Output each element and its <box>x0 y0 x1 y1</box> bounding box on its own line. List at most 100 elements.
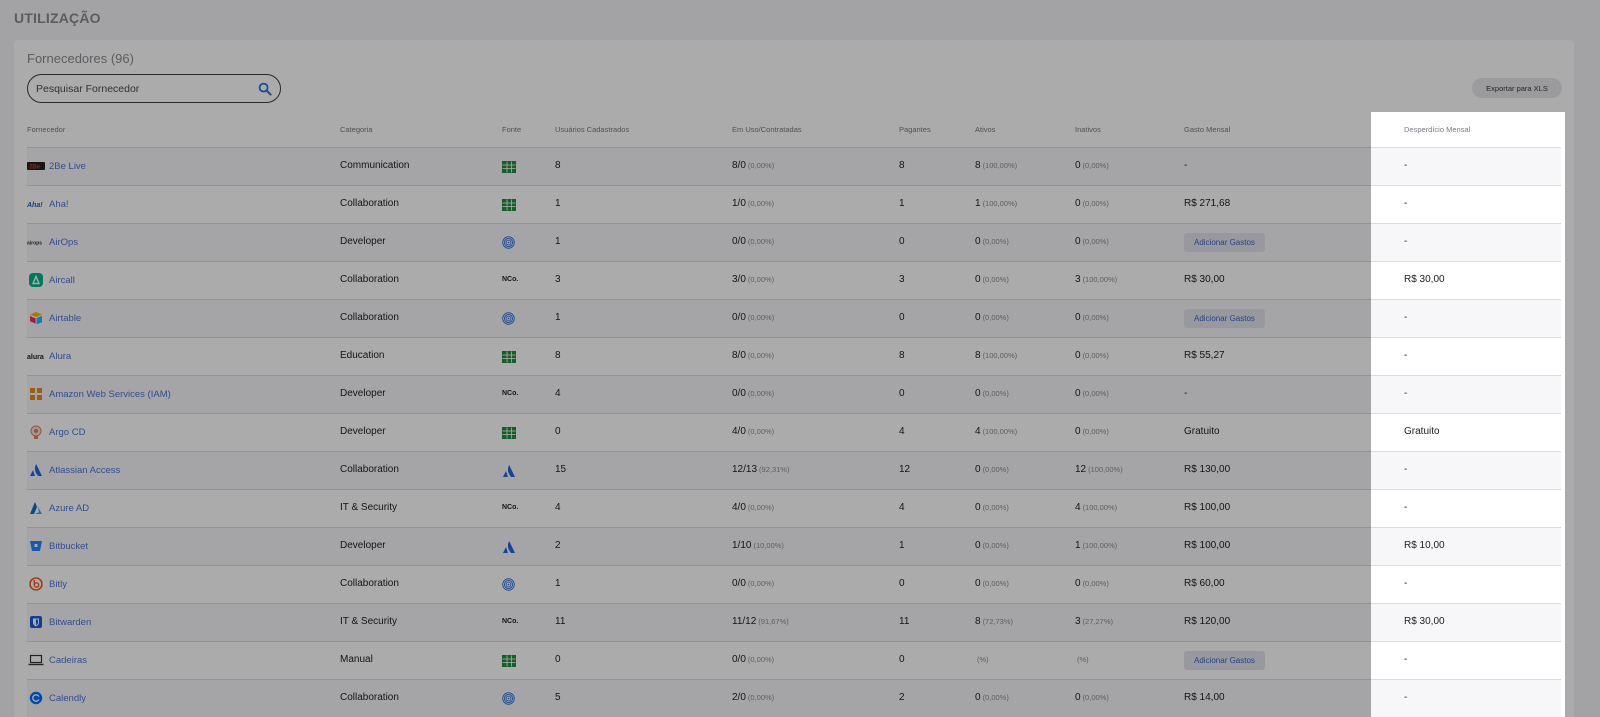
vendor-cell[interactable]: Cadeiras <box>27 653 87 667</box>
header-vendor[interactable]: Fornecedor <box>27 125 65 134</box>
in-use-percent: (0,00%) <box>747 313 775 322</box>
inactive-value: 0 <box>1075 198 1081 209</box>
table-row[interactable]: Bitbucket Developer 2 1/10 (10,00%) 1 0 (0,00%)… <box>27 528 1561 566</box>
header-monthly-spend[interactable]: Gasto Mensal <box>1184 125 1230 134</box>
header-category[interactable]: Categoria <box>340 125 373 134</box>
svg-text:2Be: 2Be <box>29 165 41 171</box>
table-row[interactable]: Amazon Web Services (IAM) Developer NCo. 4 0… <box>27 376 1561 414</box>
table-row[interactable]: 2Be 2Be Live Communication 8 8/0 (0,00%) 8 8 (10… <box>27 148 1561 186</box>
vendor-name-link[interactable]: Aircall <box>49 275 75 286</box>
monthly-waste-cell: - <box>1404 388 1408 399</box>
vendors-card-title: Fornecedores (96) <box>27 51 134 66</box>
add-spend-button[interactable]: Adicionar Gastos <box>1184 233 1265 252</box>
vendor-cell[interactable]: Azure AD <box>27 501 89 515</box>
active-value: 0 <box>975 692 981 703</box>
vendor-name-link[interactable]: Atlassian Access <box>49 465 120 476</box>
vendor-cell[interactable]: Argo CD <box>27 425 85 439</box>
active-cell: 0 (0,00%) <box>975 578 1009 589</box>
vendor-name-link[interactable]: Bitwarden <box>49 617 91 628</box>
table-row[interactable]: alura Alura Education 8 8/0 (0,00%) 8 8 (100,00%… <box>27 338 1561 376</box>
monthly-spend-cell: R$ 271,68 <box>1184 198 1231 209</box>
registered-users-cell: 1 <box>555 312 561 323</box>
payers-cell: 2 <box>899 692 905 703</box>
active-percent: (%) <box>977 655 989 664</box>
search-icon[interactable] <box>258 82 272 96</box>
active-cell: 0 (0,00%) <box>975 464 1009 475</box>
active-cell: 8 (100,00%) <box>975 350 1017 361</box>
in-use-cell: 12/13 (92,31%) <box>732 464 789 475</box>
add-spend-button[interactable]: Adicionar Gastos <box>1184 309 1265 328</box>
fingerprint-icon <box>502 236 516 249</box>
vendor-name-link[interactable]: Argo CD <box>49 427 85 438</box>
inactive-percent: (0,00%) <box>1082 237 1109 246</box>
table-row[interactable]: airops AirOps Developer 1 0/0 (0,00%) 0 0 (0,00%… <box>27 224 1561 262</box>
active-percent: (72,73%) <box>982 617 1013 626</box>
registered-users-cell: 8 <box>555 350 561 361</box>
vendor-name-link[interactable]: Alura <box>49 351 71 362</box>
in-use-percent: (0,00%) <box>747 389 775 398</box>
vendor-cell[interactable]: Aircall <box>27 273 75 287</box>
vendor-cell[interactable]: Aha! Aha! <box>27 197 69 211</box>
vendor-cell[interactable]: 2Be 2Be Live <box>27 159 86 173</box>
export-xls-button[interactable]: Exportar para XLS <box>1472 78 1562 98</box>
vendor-name-link[interactable]: 2Be Live <box>49 161 86 172</box>
header-payers[interactable]: Pagantes <box>899 125 931 134</box>
table-row[interactable]: Calendly Collaboration 5 2/0 (0,00%) 2 0 (0,00%… <box>27 680 1561 717</box>
category-cell: Education <box>340 350 385 361</box>
header-source[interactable]: Fonte <box>502 125 521 134</box>
vendor-cell[interactable]: alura Alura <box>27 349 71 363</box>
table-row[interactable]: Azure AD IT & Security NCo. 4 4/0 (0,00%) 4 0 (0… <box>27 490 1561 528</box>
table-row[interactable]: Bitly Collaboration 1 0/0 (0,00%) 0 0 (0,00%) 0(… <box>27 566 1561 604</box>
active-percent: (100,00%) <box>982 199 1018 208</box>
registered-users-cell: 1 <box>555 578 561 589</box>
header-registered[interactable]: Usuários Cadastrados <box>555 125 629 134</box>
vendor-cell[interactable]: Calendly <box>27 691 86 705</box>
vendor-name-link[interactable]: Airtable <box>49 313 81 324</box>
active-percent: (0,00%) <box>982 579 1009 588</box>
active-value: 0 <box>975 540 981 551</box>
table-row[interactable]: Cadeiras Manual 0 0/0 (0,00%) 0 (%) (%) Adiciona… <box>27 642 1561 680</box>
inactive-value: 0 <box>1075 388 1081 399</box>
inactive-cell: 0 (0,00%) <box>1075 198 1109 209</box>
inactive-value: 0 <box>1075 578 1081 589</box>
table-row[interactable]: Aircall Collaboration NCo. 3 3/0 (0,00%) 3 0 (0,… <box>27 262 1561 300</box>
header-inactive[interactable]: Inativos <box>1075 125 1101 134</box>
vendor-name-link[interactable]: Aha! <box>49 199 69 210</box>
vendor-name-link[interactable]: Bitbucket <box>49 541 88 552</box>
vendor-cell[interactable]: Bitbucket <box>27 539 88 553</box>
table-row[interactable]: Atlassian Access Collaboration 15 12/13 (92,… <box>27 452 1561 490</box>
atlassian-icon <box>502 464 516 477</box>
vendor-cell[interactable]: Bitly <box>27 577 67 591</box>
active-value: 0 <box>975 312 981 323</box>
vendor-name-link[interactable]: Calendly <box>49 693 86 704</box>
vendor-name-link[interactable]: Amazon Web Services (IAM) <box>49 389 171 400</box>
header-monthly-waste[interactable]: Desperdício Mensal <box>1404 125 1470 134</box>
vendor-cell[interactable]: Airtable <box>27 311 81 325</box>
payers-cell: 8 <box>899 350 905 361</box>
vendor-cell[interactable]: airops AirOps <box>27 235 78 249</box>
active-value: 8 <box>975 616 981 627</box>
vendor-name-link[interactable]: Bitly <box>49 579 67 590</box>
monthly-waste-cell: - <box>1404 502 1408 513</box>
vendor-cell[interactable]: Atlassian Access <box>27 463 120 477</box>
vendor-name-link[interactable]: Azure AD <box>49 503 89 514</box>
monthly-waste-cell: R$ 10,00 <box>1404 540 1445 551</box>
vendor-cell[interactable]: Bitwarden <box>27 615 91 629</box>
header-active[interactable]: Ativos <box>975 125 995 134</box>
vendor-search[interactable] <box>27 74 281 103</box>
vendor-name-link[interactable]: Cadeiras <box>49 655 87 666</box>
table-row[interactable]: Argo CD Developer 0 4/0 (0,00%) 4 4 (100,00%) 0(… <box>27 414 1561 452</box>
table-row[interactable]: Bitwarden IT & Security NCo. 11 11/12 (91,67%… <box>27 604 1561 642</box>
vendor-cell[interactable]: Amazon Web Services (IAM) <box>27 387 171 401</box>
header-in-use[interactable]: Em Uso/Contratadas <box>732 125 802 134</box>
in-use-value: 3/0 <box>732 274 746 285</box>
vendor-name-link[interactable]: AirOps <box>49 237 78 248</box>
active-cell: 0 (0,00%) <box>975 502 1009 513</box>
in-use-percent: (0,00%) <box>747 237 775 246</box>
table-row[interactable]: Airtable Collaboration 1 0/0 (0,00%) 0 0 (0,00%… <box>27 300 1561 338</box>
table-row[interactable]: Aha! Aha! Collaboration 1 1/0 (0,00%) 1 1 (100,0… <box>27 186 1561 224</box>
vendor-search-input[interactable] <box>36 80 251 97</box>
active-value: 8 <box>975 160 981 171</box>
add-spend-button[interactable]: Adicionar Gastos <box>1184 651 1265 670</box>
in-use-percent: (0,00%) <box>747 579 775 588</box>
